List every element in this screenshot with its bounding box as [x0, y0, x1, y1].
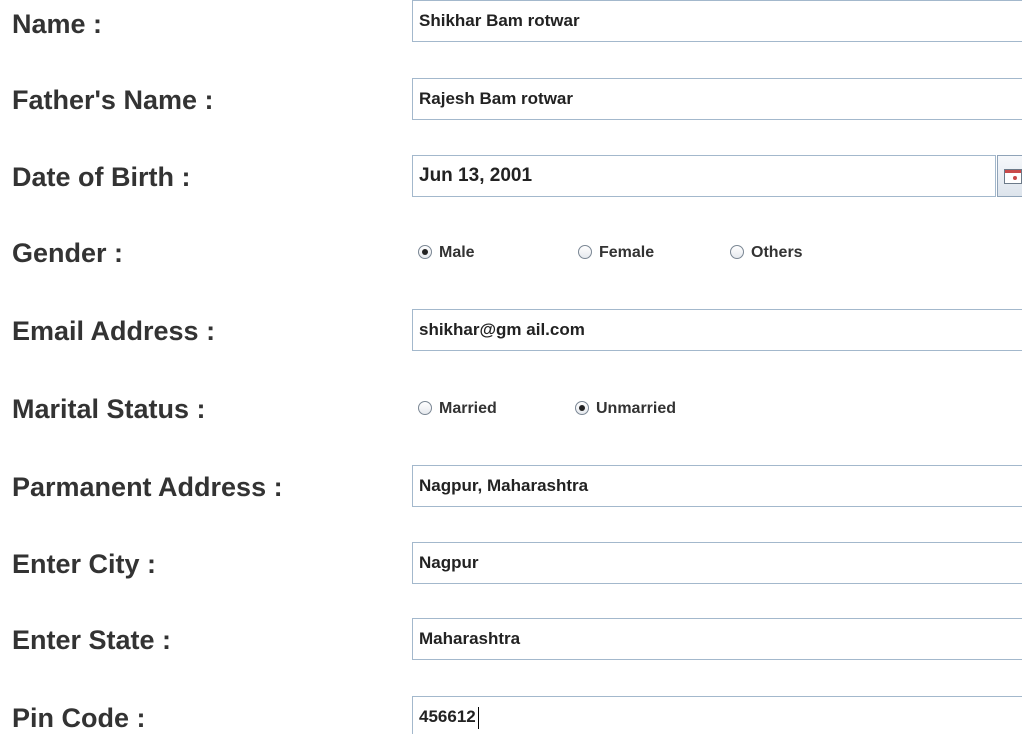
pin-row: Pin Code : 456612 — [0, 694, 1022, 734]
city-row: Enter City : Nagpur — [0, 540, 1022, 588]
dob-label: Date of Birth : — [12, 162, 191, 192]
address-row: Parmanent Address : Nagpur, Maharashtra — [0, 463, 1022, 511]
date-picker-button[interactable] — [997, 155, 1022, 197]
dob-field[interactable]: Jun 13, 2001 — [412, 155, 996, 197]
city-label: Enter City : — [12, 549, 157, 579]
pin-code-field[interactable]: 456612 — [412, 696, 1022, 734]
marital-option-label: Unmarried — [596, 400, 677, 417]
address-field[interactable]: Nagpur, Maharashtra — [412, 465, 1022, 507]
gender-row: Gender : Male Female Others — [0, 229, 1022, 277]
dob-row: Date of Birth : Jun 13, 2001 — [0, 153, 1022, 201]
pin-label: Pin Code : — [12, 703, 146, 733]
name-label: Name : — [12, 9, 103, 39]
radio-unchecked-icon[interactable] — [730, 245, 744, 259]
name-row: Name : Shikhar Bam rotwar — [0, 0, 1022, 48]
state-label: Enter State : — [12, 625, 172, 655]
pin-code-value: 456612 — [419, 707, 476, 726]
radio-unchecked-icon[interactable] — [578, 245, 592, 259]
radio-unchecked-icon[interactable] — [418, 401, 432, 415]
gender-option-label: Male — [439, 244, 475, 261]
marital-status-label: Marital Status : — [12, 394, 206, 424]
father-name-row: Father's Name : Rajesh Bam rotwar — [0, 76, 1022, 124]
email-label: Email Address : — [12, 316, 216, 346]
state-field[interactable]: Maharashtra — [412, 618, 1022, 660]
registration-form: Name : Shikhar Bam rotwar Father's Name … — [0, 0, 1022, 734]
gender-option-label: Others — [751, 244, 803, 261]
calendar-icon — [1004, 169, 1022, 184]
city-field[interactable]: Nagpur — [412, 542, 1022, 584]
radio-checked-icon[interactable] — [575, 401, 589, 415]
radio-checked-icon[interactable] — [418, 245, 432, 259]
father-name-label: Father's Name : — [12, 85, 214, 115]
address-label: Parmanent Address : — [12, 472, 283, 502]
gender-option-label: Female — [599, 244, 655, 261]
email-field[interactable]: shikhar@gm ail.com — [412, 309, 1022, 351]
text-cursor — [477, 706, 479, 729]
marital-option-label: Married — [439, 400, 497, 417]
marital-status-row: Marital Status : Married Unmarried — [0, 385, 1022, 433]
name-field[interactable]: Shikhar Bam rotwar — [412, 0, 1022, 42]
state-row: Enter State : Maharashtra — [0, 616, 1022, 664]
gender-label: Gender : — [12, 238, 124, 268]
father-name-field[interactable]: Rajesh Bam rotwar — [412, 78, 1022, 120]
email-row: Email Address : shikhar@gm ail.com — [0, 307, 1022, 355]
